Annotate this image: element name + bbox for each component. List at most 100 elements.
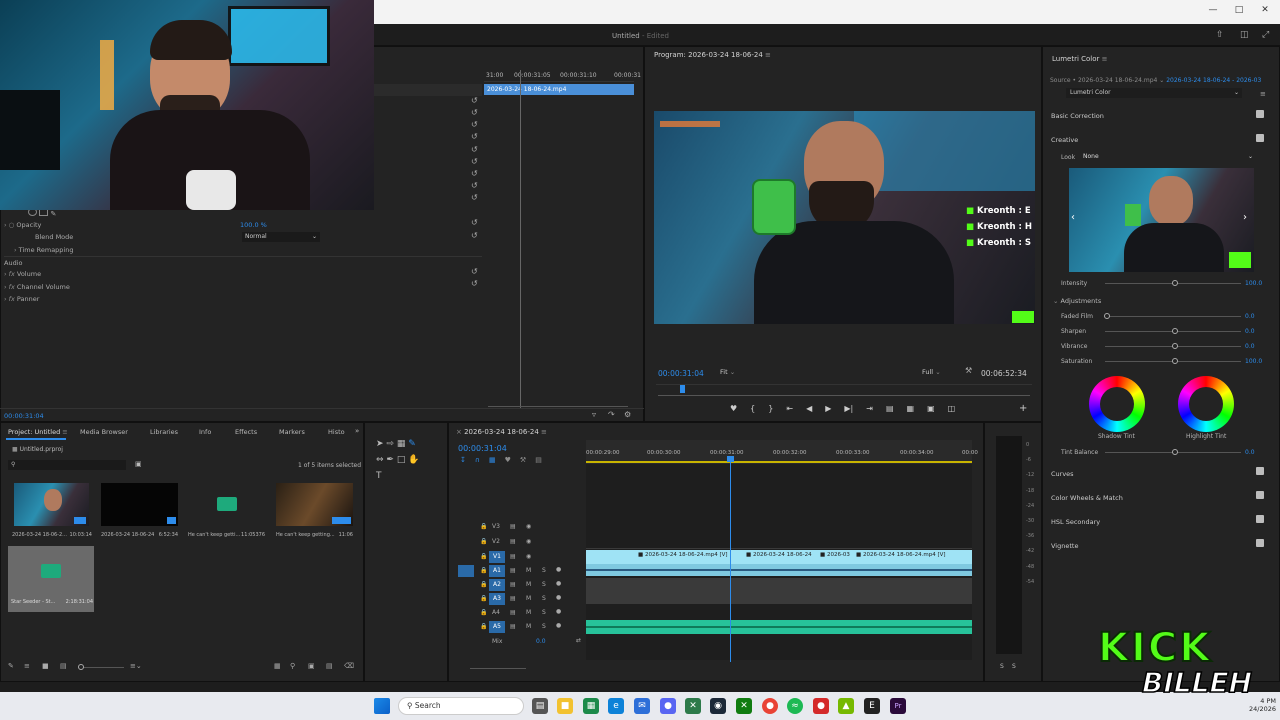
maximize-button[interactable]: □ <box>1228 2 1250 18</box>
step-forward-icon[interactable]: ▶| <box>844 404 853 416</box>
effect-timecode[interactable]: 00:00:31:04 <box>4 412 44 420</box>
hsl-secondary-section[interactable]: HSL Secondary <box>1051 518 1100 526</box>
filter-icon[interactable]: ▿ <box>592 410 596 419</box>
add-marker-icon[interactable]: ♥ <box>730 404 737 416</box>
lock-icon[interactable]: 🔒 <box>480 581 487 588</box>
track-header-a3[interactable]: 🔒 A3 ▤ M S ● <box>452 592 586 606</box>
opacity-value[interactable]: 100.0 % <box>240 221 267 229</box>
xbox-app-icon[interactable]: ✕ <box>736 698 752 714</box>
mail-icon[interactable]: ✉ <box>634 698 650 714</box>
menu-icon[interactable]: ≡ <box>1260 90 1266 98</box>
lock-icon[interactable]: 🔒 <box>480 623 487 630</box>
volume-row[interactable]: › fx Volume <box>4 268 41 280</box>
lumetri-source[interactable]: Source • 2026-03-24 18-06-24.mp4 ⌄ 2026-… <box>1050 77 1261 84</box>
wrench-icon[interactable]: ⚒ <box>965 366 972 375</box>
minimize-button[interactable]: — <box>1202 2 1224 18</box>
reset-icon[interactable]: ↺ <box>471 157 478 166</box>
taskbar-search-input[interactable]: ⚲ Search <box>398 697 524 715</box>
quality-select[interactable]: Full ⌄ <box>922 367 958 378</box>
mark-out-icon[interactable]: } <box>768 404 773 416</box>
automate-icon[interactable]: ▦ <box>274 662 281 670</box>
toggle-sync-icon[interactable]: ▤ <box>510 581 516 588</box>
go-to-out-icon[interactable]: ⇥ <box>866 404 873 416</box>
solo-button[interactable]: S <box>542 581 546 588</box>
toggle-sync-icon[interactable]: ▤ <box>510 609 516 616</box>
pen-mask-icon[interactable]: ✎ <box>50 210 56 218</box>
reset-icon[interactable]: ↺ <box>471 218 478 227</box>
solo-button[interactable]: S <box>542 623 546 630</box>
export-icon[interactable]: ◫ <box>1240 30 1249 40</box>
reset-icon[interactable]: ↺ <box>471 231 478 240</box>
solo-button[interactable]: S <box>542 567 546 574</box>
microphone-icon[interactable]: ● <box>556 566 561 573</box>
lumetri-tab[interactable]: Lumetri Color ≡ <box>1052 55 1108 63</box>
settings-icon[interactable]: ⚙ <box>624 410 631 419</box>
more-tabs-icon[interactable]: » <box>355 427 359 435</box>
track-header-a1[interactable]: 🔒 A1 ▤ M S ● <box>452 564 586 578</box>
timeline-ruler[interactable]: 00:00:29:00 00:00:30:00 00:00:31:00 00:0… <box>586 440 978 464</box>
steam-icon[interactable]: ◉ <box>710 698 726 714</box>
compare-icon[interactable]: ◫ <box>948 404 956 416</box>
project-sequence-item[interactable]: Star Seeder - St... 2:18:31:04 <box>8 546 94 612</box>
time-remapping-row[interactable]: › Time Remapping <box>14 244 74 256</box>
audio-track-a5[interactable] <box>586 620 972 634</box>
mute-button[interactable]: M <box>526 609 531 616</box>
track-header-v1[interactable]: 🔒 V1 ▤ ◉ <box>452 550 586 564</box>
video-clip[interactable]: ■ 2026-03-24 18-06-24.mp4 [V] <box>856 552 946 558</box>
toggle-sync-icon[interactable]: ▤ <box>510 567 516 574</box>
nvidia-icon[interactable]: ▲ <box>838 698 854 714</box>
tab-info[interactable]: Info <box>199 428 211 436</box>
freeform-view-icon[interactable]: ▤ <box>60 662 67 670</box>
project-search-input[interactable]: ⚲ <box>8 460 126 470</box>
pencil-icon[interactable]: ✎ <box>8 662 14 670</box>
basic-correction-section[interactable]: Basic Correction <box>1051 112 1104 120</box>
video-clip[interactable]: ■ 2026-03-24 18-06-24.mp4 [V] <box>638 552 728 558</box>
faded-film-slider[interactable] <box>1104 313 1241 322</box>
lock-icon[interactable]: 🔒 <box>480 553 487 560</box>
panner-row[interactable]: › fx Panner <box>4 293 39 305</box>
thumbnail-size-slider[interactable] <box>78 664 124 670</box>
previous-look-icon[interactable]: ‹ <box>1071 212 1075 223</box>
new-item-icon[interactable]: ▤ <box>326 662 333 670</box>
store-icon[interactable]: ▦ <box>583 698 599 714</box>
vibrance-value[interactable]: 0.0 <box>1245 343 1255 350</box>
step-back-icon[interactable]: ◀ <box>806 404 812 416</box>
video-clip[interactable]: ■ 2026-03 <box>820 552 850 558</box>
project-audio-thumbnail[interactable] <box>188 483 265 526</box>
trash-icon[interactable]: ⌫ <box>344 662 354 670</box>
timeline-timecode[interactable]: 00:00:31:04 <box>458 444 507 453</box>
microphone-icon[interactable]: ● <box>556 594 561 601</box>
video-clip[interactable]: ■ 2026-03-24 18-06-24 <box>746 552 812 558</box>
solo-left-button[interactable]: S <box>1000 663 1004 670</box>
solo-button[interactable]: S <box>542 609 546 616</box>
lock-icon[interactable]: 🔒 <box>480 609 487 616</box>
tint-balance-slider[interactable] <box>1105 449 1241 458</box>
lock-icon[interactable]: 🔒 <box>480 595 487 602</box>
timeline-playhead[interactable] <box>730 456 731 662</box>
pen-tool-icon[interactable]: ✒ <box>386 455 394 465</box>
reset-icon[interactable]: ↺ <box>471 181 478 190</box>
curves-checkbox[interactable] <box>1256 467 1264 475</box>
reset-icon[interactable]: ↺ <box>471 96 478 105</box>
track-header-v3[interactable]: 🔒 V3 ▤ ◉ <box>452 520 586 534</box>
lift-icon[interactable]: ▤ <box>886 404 894 416</box>
reset-icon[interactable]: ↺ <box>471 120 478 129</box>
task-view-icon[interactable]: ▤ <box>532 698 548 714</box>
mark-in-icon[interactable]: { <box>750 404 755 416</box>
shadow-tint-wheel[interactable] <box>1089 376 1145 432</box>
mute-button[interactable]: M <box>526 595 531 602</box>
eye-icon[interactable]: ◉ <box>526 538 531 545</box>
reset-icon[interactable]: ↺ <box>471 169 478 178</box>
eye-icon[interactable]: ◉ <box>526 523 531 530</box>
eye-icon[interactable]: ◉ <box>526 553 531 560</box>
track-header-a2[interactable]: 🔒 A2 ▤ M S ● <box>452 578 586 592</box>
mute-button[interactable]: M <box>526 581 531 588</box>
type-tool-icon[interactable]: T <box>376 471 382 481</box>
export-frame-icon[interactable]: ↷ <box>608 410 615 419</box>
windows-start-icon[interactable] <box>374 698 390 714</box>
extract-icon[interactable]: ▦ <box>907 404 915 416</box>
next-look-icon[interactable]: › <box>1243 212 1247 223</box>
slip-tool-icon[interactable]: ⇔ <box>376 455 384 465</box>
spotify-icon[interactable]: ≈ <box>787 698 803 714</box>
project-item-thumbnail[interactable] <box>14 483 89 526</box>
